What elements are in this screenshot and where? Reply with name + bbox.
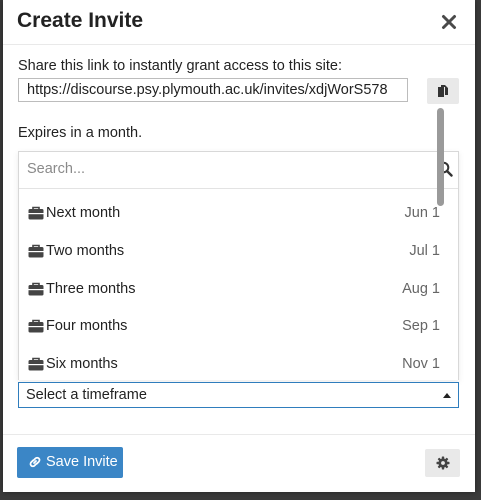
option-date: Sep 1 [402,318,440,334]
option-six-months[interactable]: Six months Nov 1 [19,345,449,381]
link-icon [29,456,41,468]
option-label: Three months [46,281,136,297]
option-label: Six months [46,356,118,372]
invite-link-field[interactable]: https://discourse.psy.plymouth.ac.uk/inv… [18,78,408,102]
option-two-months[interactable]: Two months Jul 1 [19,232,449,268]
save-invite-button[interactable]: Save Invite [17,447,123,478]
option-four-months[interactable]: Four months Sep 1 [19,307,449,343]
briefcase-icon [28,244,44,258]
copy-link-button[interactable] [427,78,459,104]
copy-icon [438,85,448,97]
option-date: Jun 1 [404,205,440,221]
option-date: Jul 1 [409,243,440,259]
briefcase-icon [28,282,44,296]
search-input[interactable]: Search... [19,152,458,189]
create-invite-modal: Create Invite Share this link to instant… [3,0,475,492]
option-label: Next month [46,205,121,221]
option-label: Four months [46,318,128,334]
option-label: Two months [46,243,125,259]
briefcase-icon [28,206,44,220]
option-three-months[interactable]: Three months Aug 1 [19,270,449,306]
share-link-label: Share this link to instantly grant acces… [18,58,342,74]
expires-label: Expires in a month. [18,125,143,141]
dropdown-scrollbar[interactable] [450,190,458,380]
briefcase-icon [28,319,44,333]
option-date: Aug 1 [402,281,440,297]
briefcase-icon [28,357,44,371]
gear-icon [436,456,449,470]
option-next-month[interactable]: Next month Jun 1 [19,194,449,230]
select-value: Select a timeframe [26,387,147,403]
option-date: Nov 1 [402,356,440,372]
modal-header: Create Invite [3,0,475,45]
close-button[interactable] [437,10,461,34]
caret-up-icon [443,393,451,398]
invite-settings-button[interactable] [425,449,460,477]
scrollbar-thumb[interactable] [437,108,444,206]
timeframe-dropdown: Search... Next month Jun 1 Two months Ju [18,151,459,380]
search-placeholder: Search... [27,161,86,177]
close-icon [442,15,456,29]
save-invite-label: Save Invite [46,454,118,470]
footer-divider [3,434,475,435]
modal-title: Create Invite [17,9,144,32]
timeframe-select[interactable]: Select a timeframe [18,382,459,408]
